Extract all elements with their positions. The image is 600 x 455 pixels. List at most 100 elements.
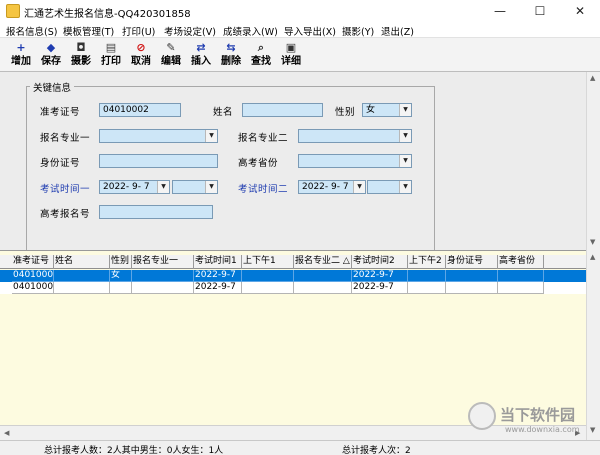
column-header[interactable]: 考试时间1 [194, 255, 242, 269]
admission-no-field[interactable]: 04010002 [99, 103, 181, 117]
chevron-down-icon[interactable]: ▼ [399, 130, 411, 142]
toolbar-button[interactable]: ✎ 编辑 [156, 40, 186, 70]
major2-select[interactable]: ▼ [298, 129, 412, 143]
gender-label: 性别 [335, 107, 356, 118]
exam-time1-slot[interactable]: ▼ [172, 180, 218, 194]
table-cell[interactable] [54, 282, 110, 294]
toolbar-button-label: 打印 [101, 56, 121, 67]
toolbar-button[interactable]: ▣ 详细 [276, 40, 306, 70]
column-header[interactable]: 考试时间2 [352, 255, 408, 269]
maximize-button[interactable]: ☐ [520, 0, 560, 22]
chevron-down-icon[interactable]: ▼ [353, 181, 365, 193]
grid-horizontal-scrollbar[interactable]: ◀ ▶ [0, 425, 586, 440]
column-header[interactable]: 准考证号 [12, 255, 54, 269]
column-header[interactable]: 身份证号 [446, 255, 498, 269]
toolbar-button[interactable]: ⌕ 查找 [246, 40, 276, 70]
table-cell[interactable] [132, 282, 194, 294]
scroll-down-icon[interactable]: ▼ [590, 426, 595, 434]
table-cell[interactable] [294, 270, 352, 282]
chevron-down-icon[interactable]: ▼ [205, 130, 217, 142]
major1-select[interactable]: ▼ [99, 129, 218, 143]
chevron-down-icon[interactable]: ▼ [399, 104, 411, 116]
exam-time2-slot[interactable]: ▼ [367, 180, 412, 194]
province-select[interactable]: ▼ [298, 154, 412, 168]
table-cell[interactable]: 2022-9-7 [194, 282, 242, 294]
column-header[interactable]: 姓名 [54, 255, 110, 269]
exam-time2-date[interactable]: 2022- 9- 7 ▼ [298, 180, 366, 194]
menu-scores[interactable]: 成绩录入(W) [223, 24, 278, 38]
form-area: 关键信息 准考证号 04010002 姓名 性别 女 ▼ 报名专业一 ▼ 报名专… [0, 72, 600, 256]
table-row[interactable]: 04010002 女 2022-9-7 2022-9-7 [0, 270, 586, 282]
toolbar-button[interactable]: + 增加 [6, 40, 36, 70]
table-cell[interactable]: 女 [110, 270, 132, 282]
toolbar-button[interactable]: ▤ 打印 [96, 40, 126, 70]
status-bar: 总计报考人数：2人其中男生：0人女生：1人 总计报考人次：2 [0, 440, 600, 455]
toolbar-button-label: 取消 [131, 56, 151, 67]
menu-exit[interactable]: 退出(Z) [381, 24, 414, 38]
column-header[interactable]: 高考省份 [498, 255, 544, 269]
camera-icon: ◘ [76, 41, 86, 54]
chevron-down-icon[interactable]: ▼ [399, 181, 411, 193]
column-header[interactable]: 报名专业二 △ [294, 255, 352, 269]
gaokao-no-label: 高考报名号 [40, 209, 91, 220]
toolbar-button[interactable]: ⇆ 删除 [216, 40, 246, 70]
menu-templates[interactable]: 模板管理(T) [63, 24, 114, 38]
table-cell[interactable] [498, 270, 544, 282]
column-header[interactable]: 报名专业一 [132, 255, 194, 269]
menu-registration[interactable]: 报名信息(S) [6, 24, 57, 38]
menu-import-export[interactable]: 导入导出(X) [284, 24, 336, 38]
table-cell[interactable] [110, 282, 132, 294]
table-cell[interactable] [446, 270, 498, 282]
chevron-down-icon[interactable]: ▼ [157, 181, 169, 193]
column-header[interactable]: 上下午1 [242, 255, 294, 269]
table-cell[interactable]: 04010003 [12, 282, 54, 294]
table-cell[interactable]: 04010002 [12, 270, 54, 282]
table-cell[interactable] [408, 270, 446, 282]
grid-vertical-scrollbar[interactable]: ▲ ▼ [586, 250, 600, 440]
name-field[interactable] [242, 103, 323, 117]
toolbar-button[interactable]: ⇄ 插入 [186, 40, 216, 70]
toolbar-button[interactable]: ◆ 保存 [36, 40, 66, 70]
table-cell[interactable]: 2022-9-7 [352, 270, 408, 282]
toolbar-button-label: 编辑 [161, 56, 181, 67]
minimize-button[interactable]: — [480, 0, 520, 22]
id-field[interactable] [99, 154, 218, 168]
table-row[interactable]: 04010003 2022-9-7 2022-9-7 [0, 282, 586, 294]
scroll-left-icon[interactable]: ◀ [4, 429, 9, 437]
toolbar-button[interactable]: ⊘ 取消 [126, 40, 156, 70]
table-cell[interactable]: 2022-9-7 [352, 282, 408, 294]
menu-photo[interactable]: 摄影(Y) [342, 24, 374, 38]
table-cell[interactable] [498, 282, 544, 294]
close-button[interactable]: ✕ [560, 0, 600, 22]
add-icon: + [16, 41, 26, 54]
table-cell[interactable] [294, 282, 352, 294]
gender-select[interactable]: 女 ▼ [362, 103, 412, 117]
gaokao-no-field[interactable] [99, 205, 213, 219]
column-header[interactable]: 上下午2 [408, 255, 446, 269]
chevron-down-icon[interactable]: ▼ [399, 155, 411, 167]
table-cell[interactable] [408, 282, 446, 294]
exam-time2-label: 考试时间二 [238, 184, 289, 195]
status-total-entries: 总计报考人次：2 [342, 446, 411, 455]
major2-label: 报名专业二 [238, 133, 289, 144]
exam-time1-label: 考试时间一 [40, 184, 91, 195]
scroll-down-icon[interactable]: ▼ [590, 238, 595, 246]
table-cell[interactable] [132, 270, 194, 282]
chevron-down-icon[interactable]: ▼ [205, 181, 217, 193]
menu-print[interactable]: 打印(U) [122, 24, 155, 38]
app-icon [6, 4, 20, 18]
scroll-up-icon[interactable]: ▲ [590, 253, 595, 261]
table-cell[interactable] [446, 282, 498, 294]
exam-time1-date[interactable]: 2022- 9- 7 ▼ [99, 180, 170, 194]
toolbar-button-label: 保存 [41, 56, 61, 67]
menu-exam-room[interactable]: 考场设定(V) [164, 24, 216, 38]
column-header[interactable]: 性别 [110, 255, 132, 269]
table-cell[interactable] [54, 270, 110, 282]
form-scrollbar[interactable]: ▲ ▼ [586, 72, 600, 250]
table-cell[interactable] [242, 282, 294, 294]
table-cell[interactable] [242, 270, 294, 282]
table-cell[interactable]: 2022-9-7 [194, 270, 242, 282]
scroll-up-icon[interactable]: ▲ [590, 74, 595, 82]
admission-no-label: 准考证号 [40, 107, 81, 118]
toolbar-button[interactable]: ◘ 摄影 [66, 40, 96, 70]
